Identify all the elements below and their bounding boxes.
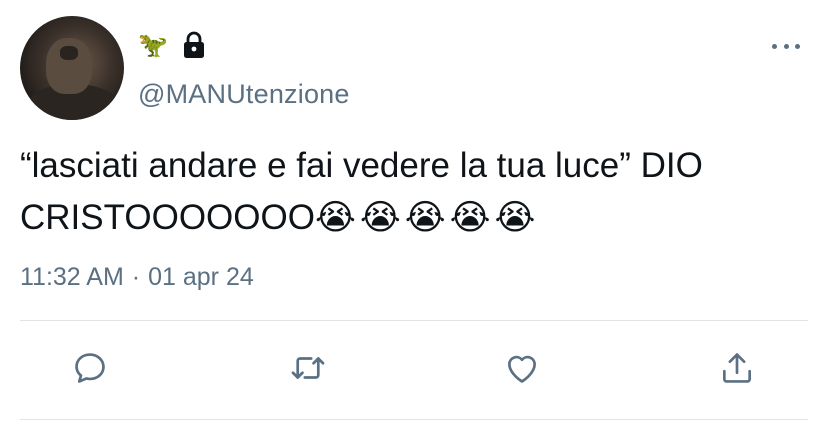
like-button[interactable] — [500, 346, 544, 390]
reply-icon — [75, 353, 105, 383]
tweet-actions — [0, 346, 828, 390]
tweet-emojis: 😭😭😭😭😭 — [314, 198, 540, 238]
lock-icon — [183, 31, 204, 58]
avatar-shape — [60, 46, 78, 60]
more-options-icon[interactable] — [772, 38, 800, 54]
share-button[interactable] — [715, 346, 759, 390]
display-name-emoji: 🦖 — [138, 31, 168, 59]
retweet-button[interactable] — [286, 346, 330, 390]
tweet-timestamp[interactable]: 11:32 AM · 01 apr 24 — [20, 263, 254, 292]
tweet-text: “lasciati andare e fai vedere la tua luc… — [20, 140, 800, 244]
user-handle[interactable]: @MANUtenzione — [138, 79, 350, 110]
heart-icon — [507, 355, 537, 383]
retweet-icon — [291, 357, 325, 379]
reply-button[interactable] — [68, 346, 112, 390]
avatar[interactable] — [20, 16, 124, 120]
divider — [20, 320, 808, 321]
timestamp-separator: · — [131, 263, 141, 291]
display-name-row[interactable]: 🦖 — [138, 30, 206, 60]
divider — [20, 419, 808, 420]
tweet-date: 01 apr 24 — [148, 263, 254, 291]
dot — [795, 43, 800, 49]
dot — [783, 43, 789, 49]
tweet-time: 11:32 AM — [20, 263, 124, 291]
share-icon — [722, 353, 752, 383]
dot — [772, 43, 777, 49]
